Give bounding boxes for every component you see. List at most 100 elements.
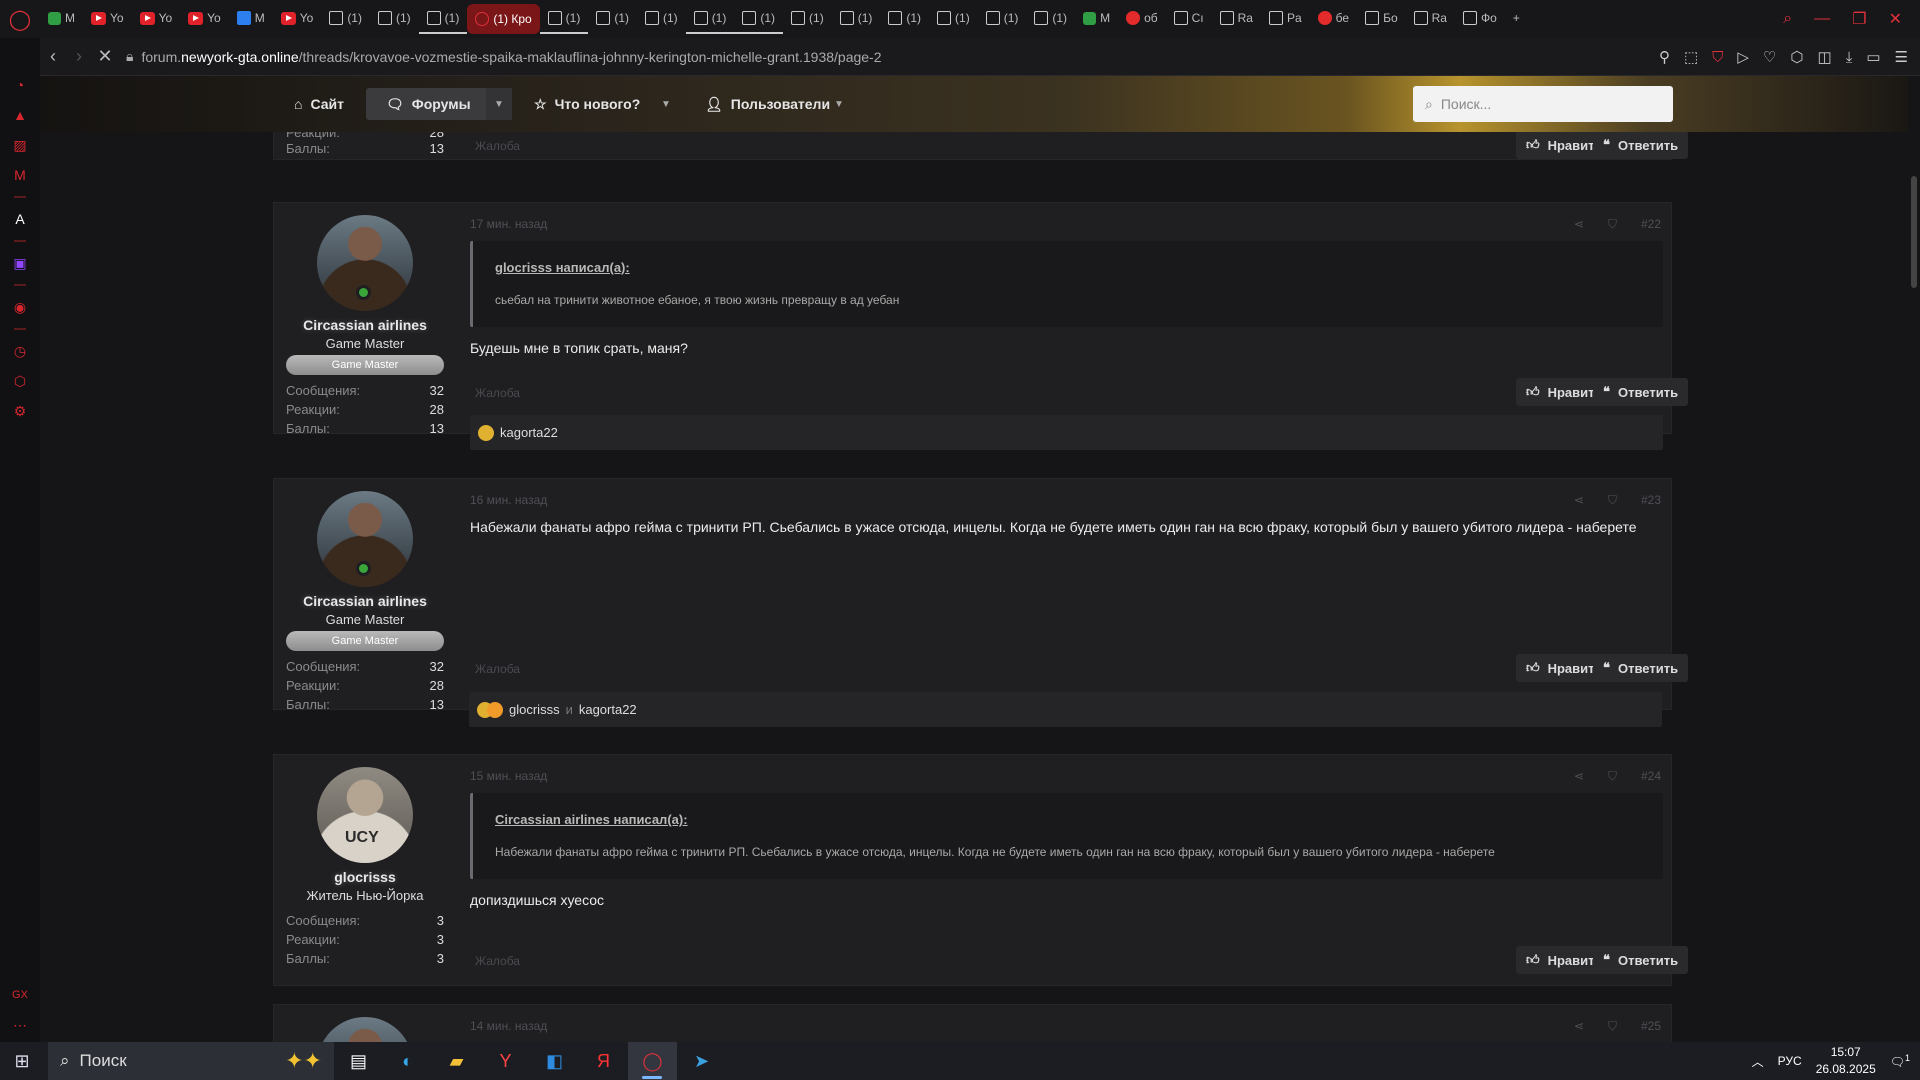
browser-tab[interactable]: (1) — [685, 4, 735, 34]
yandex-icon[interactable]: Я — [579, 1042, 628, 1080]
avatar[interactable]: UCY — [317, 767, 413, 863]
search-tabs-icon[interactable]: ⌕ — [1783, 10, 1792, 28]
close-button[interactable]: ✕ — [1889, 9, 1902, 29]
chevron-up-icon[interactable]: ︿ — [1752, 1053, 1764, 1070]
more-icon[interactable]: ⋯ — [11, 1016, 29, 1034]
post-time[interactable]: 16 мин. назад — [470, 493, 547, 507]
battery-icon[interactable]: ▭ — [1866, 48, 1880, 66]
username[interactable]: Circassian airlines — [274, 317, 456, 333]
avatar[interactable] — [317, 1017, 413, 1042]
browser-tab[interactable]: Yo — [132, 4, 181, 34]
browser-tab[interactable]: (1) — [588, 4, 637, 34]
player-icon[interactable]: ◉ — [11, 298, 29, 316]
bookmark-icon[interactable]: ⛉ — [1608, 493, 1617, 508]
play-icon[interactable]: ▷ — [1737, 48, 1749, 66]
reply-button[interactable]: ❝ Ответить — [1593, 654, 1689, 682]
share-icon[interactable]: ⋖ — [1574, 217, 1584, 232]
twitch-icon[interactable]: ▣ — [11, 254, 29, 272]
forward-icon[interactable]: › — [66, 46, 92, 67]
nav-users[interactable]: 👤︎ Пользователи — [705, 88, 830, 120]
extensions-sidebar-icon[interactable]: ⬡ — [11, 372, 29, 390]
quote-author[interactable]: glocrisss написал(а): — [495, 260, 630, 275]
username[interactable]: Circassian airlines — [274, 593, 456, 609]
browser-tab[interactable]: об — [1118, 4, 1166, 34]
forums-dropdown-icon[interactable]: ▼ — [486, 88, 512, 120]
bookmark-icon[interactable]: ⛉ — [1608, 769, 1617, 784]
share-icon[interactable]: ⋖ — [1574, 1019, 1584, 1034]
opera-gx-taskbar-icon[interactable]: ◯ — [628, 1042, 677, 1080]
outlook-icon[interactable]: ◧ — [530, 1042, 579, 1080]
post-number[interactable]: #25 — [1641, 1019, 1661, 1034]
browser-tab[interactable]: (1) — [734, 4, 784, 34]
users-dropdown-icon[interactable]: ▼ — [826, 88, 852, 120]
pin-icon[interactable]: ⚲ — [1659, 48, 1670, 66]
lock-icon[interactable]: 🔒︎ — [126, 48, 133, 65]
whats-new-dropdown-icon[interactable]: ▼ — [653, 88, 679, 120]
speed-dial-icon[interactable]: ◔ — [11, 76, 29, 94]
edge-icon[interactable]: ◐ — [383, 1042, 432, 1080]
browser-tab[interactable]: M — [40, 4, 83, 34]
post-time[interactable]: 14 мин. назад — [470, 1019, 547, 1033]
telegram-icon[interactable]: ➤ — [677, 1042, 726, 1080]
gmail-icon[interactable]: M — [11, 166, 29, 184]
clock[interactable]: 15:07 26.08.2025 — [1816, 1044, 1876, 1078]
browser-tab[interactable]: Бо — [1357, 4, 1406, 34]
browser-tab[interactable]: Ra — [1212, 4, 1261, 34]
language-indicator[interactable]: РУС — [1778, 1054, 1802, 1068]
download-icon[interactable]: ⤓ — [1846, 49, 1853, 66]
heart-icon[interactable]: ♡ — [1763, 48, 1776, 66]
wallet-icon[interactable]: ◫ — [1818, 48, 1832, 66]
reply-button[interactable]: ❝ Ответить — [1593, 131, 1689, 159]
browser-tab[interactable]: (1) — [637, 4, 686, 34]
opera-logo-icon[interactable]: ◯ — [0, 7, 40, 32]
gx-logo-icon[interactable]: GX — [11, 986, 29, 1004]
reactor-name[interactable]: kagorta22 — [579, 702, 637, 717]
browser-tab[interactable]: (1) — [978, 4, 1027, 34]
browser-tab[interactable]: Yo — [83, 4, 132, 34]
bookmark-icon[interactable]: ⛉ — [1608, 217, 1617, 232]
browser-tab[interactable]: Фо — [1455, 4, 1505, 34]
page-scrollbar[interactable] — [1908, 76, 1920, 1042]
reply-button[interactable]: ❝ Ответить — [1593, 946, 1689, 974]
restore-button[interactable]: ❐ — [1852, 9, 1866, 29]
history-icon[interactable]: ◷ — [11, 342, 29, 360]
taskbar-search[interactable]: ⌕ Поиск ✦✦ — [48, 1042, 334, 1080]
report-link[interactable]: Жалоба — [475, 954, 520, 968]
browser-tab[interactable]: (1) — [783, 4, 832, 34]
gx-control-icon[interactable]: ▲ — [11, 106, 29, 124]
post-time[interactable]: 17 мин. назад — [470, 217, 547, 231]
browser-tab[interactable]: Ra — [1406, 4, 1455, 34]
aria-icon[interactable]: A — [11, 210, 29, 228]
browser-tab[interactable]: (1) — [1026, 4, 1075, 34]
menu-icon[interactable]: ☰ — [1895, 48, 1908, 66]
browser-tab[interactable]: (1) — [370, 4, 419, 34]
nav-site[interactable]: ⌂ Сайт — [294, 88, 344, 120]
report-link[interactable]: Жалоба — [475, 386, 520, 400]
browser-tab[interactable]: M — [1075, 4, 1118, 34]
browser-tab[interactable]: Pa — [1261, 4, 1310, 34]
browser-tab[interactable]: (1) — [929, 4, 978, 34]
browser-tab[interactable]: бе — [1310, 4, 1357, 34]
post-number[interactable]: #22 — [1641, 217, 1661, 232]
nav-whats-new[interactable]: ☆ Что нового? — [534, 88, 640, 120]
settings-icon[interactable]: ⚙ — [11, 402, 29, 420]
quote-author[interactable]: Circassian airlines написал(а): — [495, 812, 688, 827]
url-field[interactable]: 🔒︎ forum.newyork-gta.online/threads/krov… — [126, 48, 882, 65]
browser-tab[interactable]: (1) — [418, 4, 468, 34]
scrollbar-thumb[interactable] — [1911, 176, 1917, 288]
post-number[interactable]: #24 — [1641, 769, 1661, 784]
share-icon[interactable]: ⋖ — [1574, 769, 1584, 784]
nav-forums[interactable]: 🗨︎ Форумы — [366, 88, 491, 120]
browser-tab[interactable]: (1) Кро — [467, 4, 540, 34]
browser-tab[interactable]: (1) — [880, 4, 929, 34]
file-explorer-icon[interactable]: ▰ — [432, 1042, 481, 1080]
post-time[interactable]: 15 мин. назад — [470, 769, 547, 783]
extensions-icon[interactable]: ⬡ — [1790, 48, 1803, 66]
minimize-button[interactable]: — — [1814, 10, 1830, 28]
browser-tab[interactable]: Yo — [180, 4, 229, 34]
stop-loading-icon[interactable]: ✕ — [92, 46, 118, 67]
search-input[interactable]: ⌕ Поиск... — [1413, 86, 1673, 122]
new-tab-button[interactable]: + — [1505, 4, 1528, 34]
notifications-icon[interactable]: 🗨︎1 — [1890, 1053, 1910, 1069]
post-number[interactable]: #23 — [1641, 493, 1661, 508]
